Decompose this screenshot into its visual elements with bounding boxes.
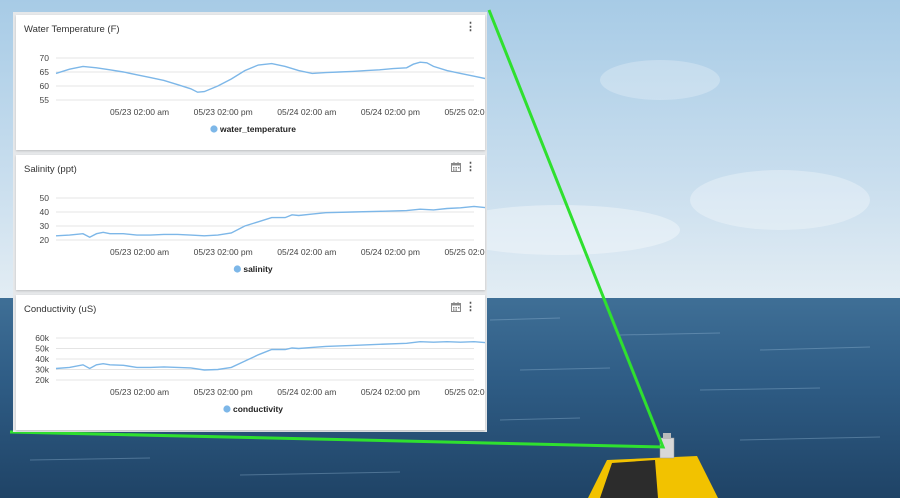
salinity-card: Salinity (ppt) ⋮ 50 40 30 20 05/23 02:00 am 05/… <box>16 155 485 290</box>
y-tick-label: 60 <box>40 81 50 91</box>
legend-label: conductivity <box>233 404 283 414</box>
series-line-water-temperature <box>55 61 485 93</box>
line-chart: 70 65 60 55 05/23 02:00 am 05/23 02:00 pm 05/2… <box>40 53 485 134</box>
y-tick-label: 50 <box>40 193 50 203</box>
x-tick-label: 05/24 02:00 am <box>277 247 336 257</box>
x-tick-label: 05/23 02:00 am <box>110 107 169 117</box>
x-tick-label: 05/25 02:00 am <box>444 107 485 117</box>
x-tick-label: 05/23 02:00 pm <box>194 107 253 117</box>
x-tick-label: 05/24 02:00 pm <box>361 387 420 397</box>
legend-item[interactable]: conductivity <box>223 404 283 414</box>
y-tick-label: 55 <box>40 95 50 105</box>
legend-item[interactable]: salinity <box>233 264 273 274</box>
series-line-salinity <box>55 205 485 238</box>
legend-label: water_temperature <box>219 124 296 134</box>
x-tick-label: 05/24 02:00 pm <box>361 107 420 117</box>
y-tick-label: 20k <box>35 375 49 385</box>
legend-marker <box>233 265 241 273</box>
series-line-conductivity <box>55 340 485 371</box>
y-tick-label: 60k <box>35 333 49 343</box>
x-tick-label: 05/25 02:00 am <box>444 247 485 257</box>
x-tick-label: 05/24 02:00 am <box>277 107 336 117</box>
x-tick-label: 05/24 02:00 pm <box>361 247 420 257</box>
y-tick-label: 30k <box>35 365 49 375</box>
dashboard-panel: Water Temperature (F) ⋮ 70 65 60 55 05/23 02:0… <box>13 12 487 432</box>
water-temperature-card: Water Temperature (F) ⋮ 70 65 60 55 05/23 02:0… <box>16 15 485 150</box>
legend-label: salinity <box>243 264 273 274</box>
y-tick-label: 20 <box>40 235 50 245</box>
x-tick-label: 05/24 02:00 am <box>277 387 336 397</box>
x-tick-label: 05/23 02:00 pm <box>194 387 253 397</box>
legend-marker <box>210 125 218 133</box>
y-tick-label: 50k <box>35 344 49 354</box>
y-tick-label: 40k <box>35 354 49 364</box>
line-chart: 50 40 30 20 05/23 02:00 am 05/23 02:00 pm 05/2… <box>40 193 485 274</box>
x-tick-label: 05/25 02:00 am <box>444 387 485 397</box>
y-tick-label: 65 <box>40 67 50 77</box>
conductivity-card: Conductivity (uS) ⋮ 60k 50k 40k 30k 20k 05/23 0… <box>16 295 485 430</box>
legend-item[interactable]: water_temperature <box>210 124 296 134</box>
x-tick-label: 05/23 02:00 am <box>110 387 169 397</box>
y-tick-label: 30 <box>40 221 50 231</box>
x-tick-label: 05/23 02:00 pm <box>194 247 253 257</box>
y-tick-label: 70 <box>40 53 50 63</box>
y-tick-label: 40 <box>40 207 50 217</box>
x-tick-label: 05/23 02:00 am <box>110 247 169 257</box>
line-chart: 60k50k40k30k20k 05/23 02:00 am 05/23 02:00… <box>35 333 485 414</box>
legend-marker <box>223 405 231 413</box>
